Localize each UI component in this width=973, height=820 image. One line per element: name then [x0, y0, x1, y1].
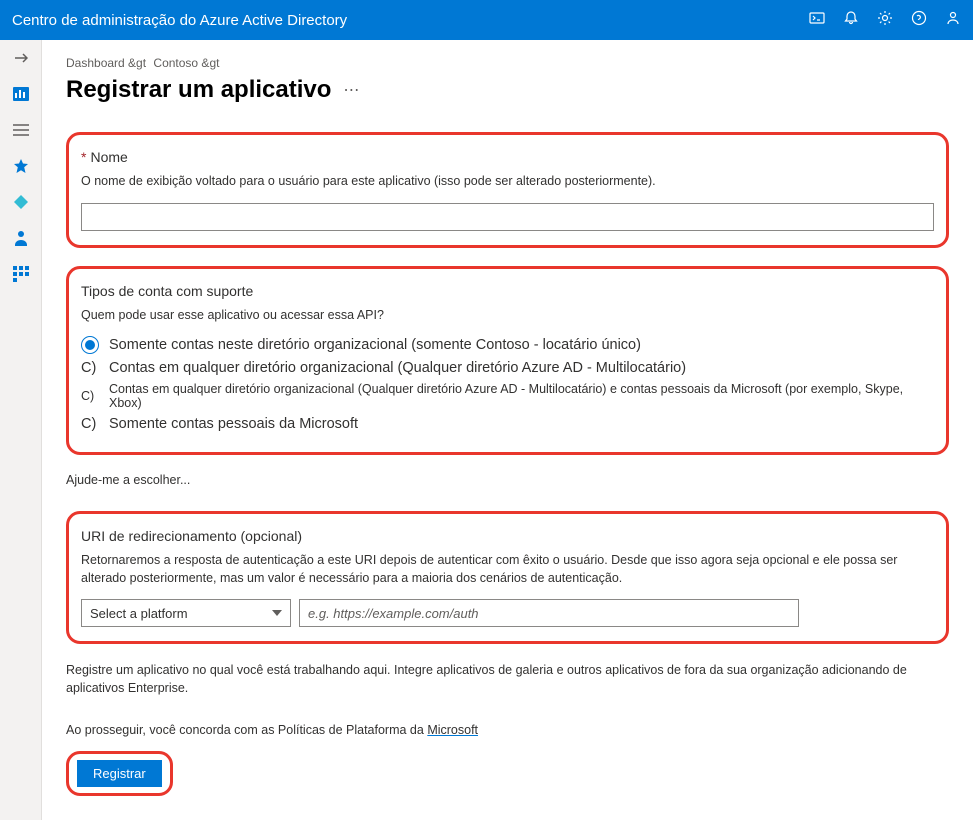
account-option-personal-only[interactable]: C) Somente contas pessoais da Microsoft: [81, 416, 934, 432]
help-icon[interactable]: [911, 10, 927, 31]
account-types-title: Tipos de conta com suporte: [81, 283, 934, 299]
more-options-icon[interactable]: ⋯: [343, 80, 359, 100]
cloud-shell-icon[interactable]: [809, 10, 825, 31]
policy-text: Ao prosseguir, você concorda com as Polí…: [66, 723, 949, 737]
account-option-single-tenant[interactable]: Somente contas neste diretório organizac…: [81, 336, 934, 354]
app-name-input[interactable]: [81, 203, 934, 231]
account-option-multi-personal[interactable]: C) Contas em qualquer diretório organiza…: [81, 382, 934, 410]
top-header: Centro de administração do Azure Active …: [0, 0, 973, 40]
radio-unselected-icon: C): [81, 416, 99, 432]
breadcrumb-item-contoso[interactable]: Contoso &gt: [153, 56, 219, 70]
register-button[interactable]: Registrar: [77, 760, 162, 787]
breadcrumb: Dashboard &gt Contoso &gt: [66, 56, 949, 70]
all-services-icon[interactable]: [11, 120, 31, 140]
account-icon[interactable]: [945, 10, 961, 31]
expand-menu-icon[interactable]: [11, 48, 31, 68]
portal-title: Centro de administração do Azure Active …: [12, 12, 347, 29]
name-label: *Nome: [81, 149, 934, 165]
main-content: Dashboard &gt Contoso &gt Registrar um a…: [42, 40, 973, 820]
chevron-down-icon: [272, 610, 282, 616]
sidebar: [0, 40, 42, 820]
name-description: O nome de exibição voltado para o usuári…: [81, 173, 934, 191]
enterprise-apps-note: Registre um aplicativo no qual você está…: [66, 662, 949, 697]
redirect-uri-input[interactable]: [299, 599, 799, 627]
register-button-highlight: Registrar: [66, 751, 173, 796]
dashboard-icon[interactable]: [11, 84, 31, 104]
favorites-icon[interactable]: [11, 156, 31, 176]
radio-unselected-icon: C): [81, 360, 99, 376]
account-types-question: Quem pode usar esse aplicativo ou acessa…: [81, 307, 934, 325]
redirect-uri-title: URI de redirecionamento (opcional): [81, 528, 934, 544]
platform-select-value: Select a platform: [90, 606, 188, 621]
settings-icon[interactable]: [877, 10, 893, 31]
users-icon[interactable]: [11, 228, 31, 248]
page-title: Registrar um aplicativo: [66, 76, 331, 104]
required-star-icon: *: [81, 149, 86, 165]
header-icons: [809, 10, 961, 31]
policy-link[interactable]: Microsoft: [427, 723, 478, 737]
account-types-highlight: Tipos de conta com suporte Quem pode usa…: [66, 266, 949, 456]
redirect-uri-highlight: URI de redirecionamento (opcional) Retor…: [66, 511, 949, 644]
notifications-icon[interactable]: [843, 10, 859, 31]
radio-selected-icon: [81, 336, 99, 354]
platform-select[interactable]: Select a platform: [81, 599, 291, 627]
account-option-multi-tenant[interactable]: C) Contas em qualquer diretório organiza…: [81, 360, 934, 376]
azure-ad-icon[interactable]: [11, 192, 31, 212]
redirect-uri-desc: Retornaremos a resposta de autenticação …: [81, 552, 934, 587]
enterprise-apps-icon[interactable]: [11, 264, 31, 284]
radio-unselected-icon: C): [81, 389, 99, 403]
help-me-choose-link[interactable]: Ajude-me a escolher...: [66, 473, 949, 487]
breadcrumb-item-dashboard[interactable]: Dashboard &gt: [66, 56, 146, 70]
name-section-highlight: *Nome O nome de exibição voltado para o …: [66, 132, 949, 248]
